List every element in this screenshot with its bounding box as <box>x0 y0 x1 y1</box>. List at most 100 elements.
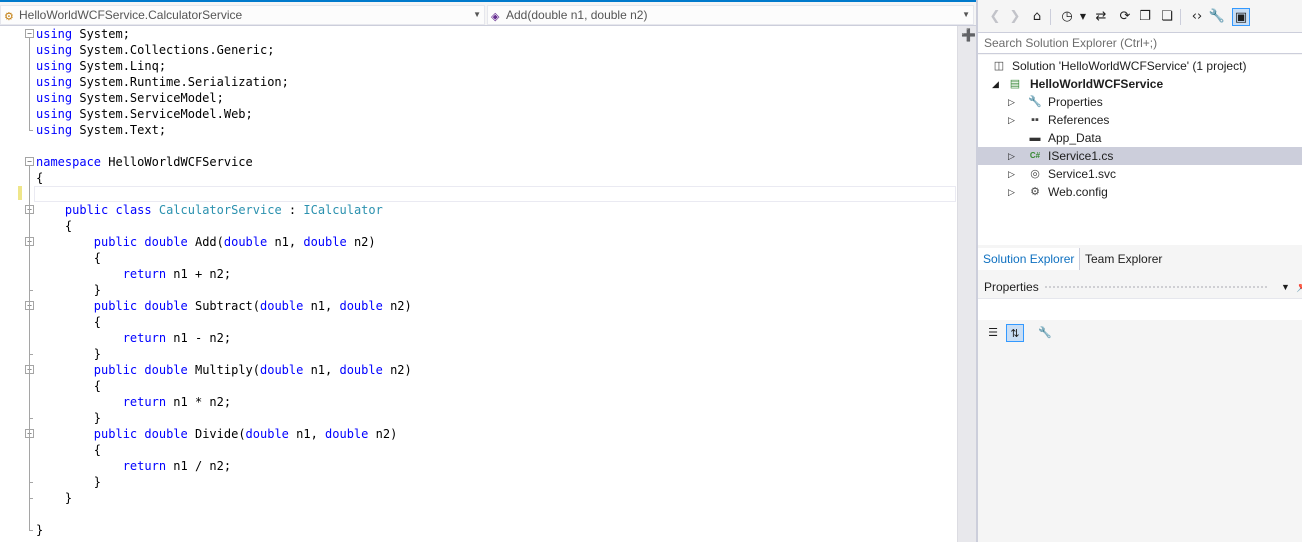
type-combo[interactable]: ⚙ HelloWorldWCFService.CalculatorService… <box>0 5 485 25</box>
tree-item[interactable]: ▷ ▪▪ References <box>978 111 1302 129</box>
alphabetical-icon[interactable]: ⇅ <box>1006 324 1024 342</box>
categorized-icon[interactable]: ☰ <box>984 324 1002 342</box>
chevron-down-icon[interactable]: ▼ <box>1281 276 1290 298</box>
outline-guide <box>29 246 30 290</box>
drag-grip[interactable] <box>1044 285 1268 290</box>
code-token: Add( <box>187 235 224 249</box>
code-area[interactable]: −−−−−−− using System;using System.Collec… <box>0 26 958 542</box>
outline-guide-end <box>29 354 33 355</box>
code-token: public <box>93 363 138 377</box>
tree-item[interactable]: ▷ C# IService1.cs <box>978 147 1302 165</box>
chevron-down-icon[interactable]: ▼ <box>1074 8 1092 26</box>
code-line: return n1 - n2; <box>36 330 231 346</box>
code-token: namespace <box>36 155 102 169</box>
code-token: Multiply( <box>187 363 260 377</box>
pin-icon[interactable]: 📌 <box>1296 276 1302 298</box>
code-token: } <box>36 347 102 361</box>
tree-item[interactable]: ◢ ▤ HelloWorldWCFService <box>978 75 1302 93</box>
code-token: using <box>36 43 73 57</box>
tree-item[interactable]: ◫ Solution 'HelloWorldWCFService' (1 proj… <box>978 57 1302 75</box>
code-token: double <box>144 299 188 313</box>
code-token: System.Collections.Generic; <box>72 43 275 57</box>
collapse-region-icon[interactable]: − <box>25 157 34 166</box>
split-window-icon[interactable]: ➕ <box>961 28 976 42</box>
method-icon: ◈ <box>491 11 500 23</box>
properties-toolbar: ☰ ⇅ 🔧 <box>978 320 1302 346</box>
tree-item[interactable]: ▷ 🔧 Properties <box>978 93 1302 111</box>
home-icon[interactable]: ⌂ <box>1028 8 1046 26</box>
references-icon: ▪▪ <box>1031 114 1039 126</box>
collapsed-arrow-icon[interactable]: ▷ <box>1008 111 1015 129</box>
code-token: double <box>339 363 383 377</box>
code-token: System.ServiceModel; <box>72 91 224 105</box>
code-line: namespace HelloWorldWCFService <box>36 154 253 170</box>
tree-item[interactable]: ▬ App_Data <box>978 129 1302 147</box>
tree-item[interactable]: ▷ ⚙ Web.config <box>978 183 1302 201</box>
properties-object-selector[interactable] <box>978 298 1302 320</box>
code-line: } <box>36 490 72 506</box>
preview-selected-icon[interactable]: ▣ <box>1232 8 1250 26</box>
tab-solution-explorer[interactable]: Solution Explorer <box>978 248 1080 270</box>
code-token: : <box>281 203 304 217</box>
code-line: using System.Collections.Generic; <box>36 42 274 58</box>
type-combo-label: HelloWorldWCFService.CalculatorService <box>19 8 243 22</box>
collapse-region-icon[interactable]: − <box>25 29 34 38</box>
tab-team-explorer[interactable]: Team Explorer <box>1079 248 1167 270</box>
tree-item-label: Solution 'HelloWorldWCFService' (1 proje… <box>1012 59 1247 73</box>
code-line: return n1 + n2; <box>36 266 231 282</box>
member-combo[interactable]: ◈ Add(double n1, double n2) ▼ <box>487 5 974 25</box>
code-token: class <box>115 203 152 217</box>
properties-grid <box>978 346 1302 542</box>
code-token: { <box>36 251 102 265</box>
forward-icon[interactable]: ❯ <box>1006 8 1024 26</box>
code-token: public <box>93 299 138 313</box>
outline-guide-end <box>29 130 33 131</box>
code-token: n2) <box>368 427 398 441</box>
code-line: public double Add(double n1, double n2) <box>36 234 376 250</box>
chevron-down-icon: ▼ <box>473 10 481 19</box>
tree-item[interactable]: ▷ ◎ Service1.svc <box>978 165 1302 183</box>
code-line: { <box>36 378 101 394</box>
code-token: n1, <box>288 427 326 441</box>
expanded-arrow-icon[interactable]: ◢ <box>992 75 999 93</box>
properties-wrench-icon[interactable]: 🔧 <box>1208 8 1226 26</box>
outline-guide <box>29 38 30 130</box>
collapsed-arrow-icon[interactable]: ▷ <box>1008 183 1015 201</box>
vertical-scrollbar[interactable]: ➕ <box>957 26 976 542</box>
code-text[interactable]: using System; using System.Collections.Ge… <box>36 26 956 542</box>
collapsed-arrow-icon[interactable]: ▷ <box>1008 93 1015 111</box>
sync-icon[interactable]: ⇄ <box>1092 8 1110 26</box>
tree-item-label: IService1.cs <box>1048 149 1114 163</box>
collapse-all-icon[interactable]: ❐ <box>1136 8 1154 26</box>
code-line: using System.Runtime.Serialization; <box>36 74 289 90</box>
show-all-files-icon[interactable]: ❏ <box>1158 8 1176 26</box>
view-code-icon[interactable]: ‹› <box>1188 8 1206 26</box>
code-token: double <box>260 363 304 377</box>
code-token: double <box>144 363 188 377</box>
code-line: public double Multiply(double n1, double… <box>36 362 412 378</box>
code-token: return <box>122 267 167 281</box>
tree-item-label: Web.config <box>1048 185 1108 199</box>
member-combo-label: Add(double n1, double n2) <box>506 8 648 22</box>
code-line: } <box>36 346 101 362</box>
refresh-icon[interactable]: ⟳ <box>1116 8 1134 26</box>
collapsed-arrow-icon[interactable]: ▷ <box>1008 165 1015 183</box>
property-pages-wrench-icon[interactable]: 🔧 <box>1036 324 1054 342</box>
right-panels: ❮ ❯ ⌂ ◷ ▼ ⇄ ⟳ ❐ ❏ ‹› 🔧 ▣ Search Solution… <box>976 0 1302 542</box>
solution-tree[interactable]: ◫ Solution 'HelloWorldWCFService' (1 proj… <box>978 55 1302 245</box>
back-icon[interactable]: ❮ <box>986 8 1004 26</box>
collapsed-arrow-icon[interactable]: ▷ <box>1008 147 1015 165</box>
code-token: } <box>36 523 44 537</box>
code-token: System.Runtime.Serialization; <box>72 75 289 89</box>
code-token: n1 + n2; <box>166 267 232 281</box>
code-line: { <box>36 170 43 186</box>
svc-file-icon: ◎ <box>1030 168 1040 180</box>
tree-item-label: References <box>1048 113 1110 127</box>
code-token: double <box>223 235 268 249</box>
code-line: public double Subtract(double n1, double… <box>36 298 412 314</box>
code-line: } <box>36 410 101 426</box>
search-solution-explorer-input[interactable]: Search Solution Explorer (Ctrl+;) <box>978 32 1302 54</box>
